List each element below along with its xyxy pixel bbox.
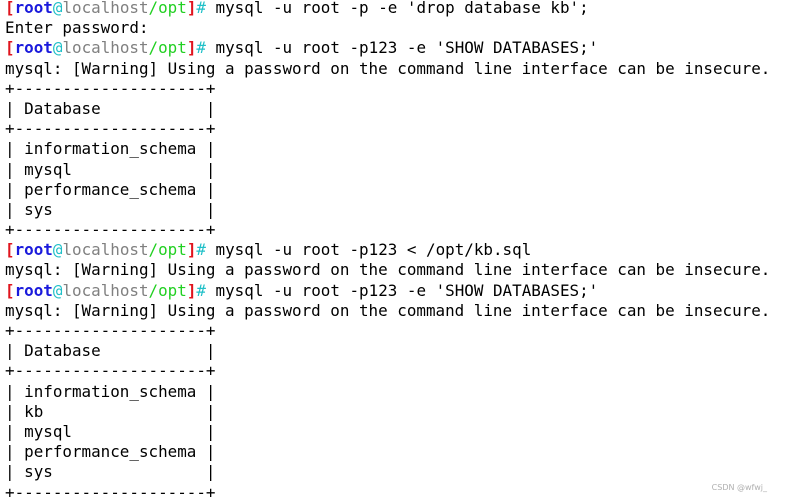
prompt-bracket-open: [: [5, 240, 15, 260]
prompt-user: root: [14, 0, 53, 17]
prompt-user: root: [14, 38, 53, 58]
prompt-hash: #: [196, 240, 206, 260]
watermark: CSDN @wfwj_: [711, 483, 767, 492]
output-text: mysql: [Warning] Using a password on the…: [5, 58, 771, 78]
output-line: +--------------------+: [5, 321, 770, 341]
command-text: mysql -u root -p123 < /opt/kb.sql: [205, 240, 532, 260]
output-line: | mysql |: [5, 160, 770, 180]
output-line: mysql: [Warning] Using a password on the…: [5, 260, 770, 280]
output-line: mysql: [Warning] Using a password on the…: [5, 59, 770, 79]
output-line: | kb |: [5, 402, 770, 422]
prompt-hash: #: [196, 38, 206, 58]
output-line: | performance_schema |: [5, 442, 770, 462]
output-text: | mysql |: [5, 159, 216, 179]
prompt-bracket-close: ]: [186, 38, 197, 58]
command-line: [root@localhost/opt]# mysql -u root -p12…: [5, 240, 770, 260]
prompt-user: root: [14, 240, 53, 260]
output-line: Enter password:: [5, 18, 770, 38]
output-text: | performance_schema |: [5, 442, 216, 462]
output-text: +--------------------+: [5, 321, 216, 340]
prompt-bracket-close: ]: [186, 0, 197, 17]
output-line: | Database |: [5, 99, 770, 119]
prompt-host: localhost: [62, 38, 149, 58]
prompt-dir: /opt: [148, 240, 187, 260]
output-text: mysql: [Warning] Using a password on the…: [5, 300, 771, 320]
output-text: mysql: [Warning] Using a password on the…: [5, 260, 771, 280]
command-text: mysql -u root -p123 -e 'SHOW DATABASES;': [205, 280, 599, 300]
prompt-host: localhost: [62, 240, 149, 260]
output-line: | sys |: [5, 200, 770, 220]
output-text: | Database |: [5, 98, 216, 118]
output-line: | performance_schema |: [5, 180, 770, 200]
output-line: +--------------------+: [5, 220, 770, 240]
output-text: | kb |: [5, 401, 216, 421]
output-text: | sys |: [5, 462, 216, 482]
prompt-bracket-open: [: [5, 0, 15, 17]
prompt-at: @: [52, 240, 63, 260]
command-line: [root@localhost/opt]# mysql -u root -p12…: [5, 38, 770, 58]
prompt-dir: /opt: [148, 38, 187, 58]
output-text: +--------------------+: [5, 78, 216, 98]
prompt-bracket-close: ]: [186, 280, 197, 300]
prompt-at: @: [52, 0, 63, 17]
output-text: +--------------------+: [5, 482, 216, 502]
output-text: | information_schema |: [5, 381, 216, 401]
prompt-host: localhost: [62, 0, 149, 17]
prompt-host: localhost: [62, 280, 149, 300]
output-line: | sys |: [5, 462, 770, 482]
output-text: +--------------------+: [5, 361, 216, 381]
prompt-user: root: [14, 280, 53, 300]
output-line: mysql: [Warning] Using a password on the…: [5, 301, 770, 321]
output-line: +--------------------+: [5, 79, 770, 99]
output-line: | information_schema |: [5, 139, 770, 159]
output-text: | mysql |: [5, 421, 216, 441]
command-line: [root@localhost/opt]# mysql -u root -p12…: [5, 281, 770, 301]
output-text: +--------------------+: [5, 119, 216, 139]
prompt-hash: #: [196, 280, 206, 300]
prompt-dir: /opt: [148, 0, 187, 17]
command-text: mysql -u root -p -e 'drop database kb';: [205, 0, 589, 17]
command-line: [root@localhost/opt]# mysql -u root -p -…: [5, 0, 770, 18]
output-text: +--------------------+: [5, 220, 216, 240]
output-text: Enter password:: [5, 18, 149, 38]
output-text: | Database |: [5, 341, 216, 361]
prompt-at: @: [52, 280, 63, 300]
output-line: +--------------------+: [5, 361, 770, 381]
prompt-bracket-open: [: [5, 38, 15, 58]
command-text: mysql -u root -p123 -e 'SHOW DATABASES;': [205, 38, 599, 58]
output-text: | performance_schema |: [5, 179, 216, 199]
output-line: +--------------------+: [5, 119, 770, 139]
prompt-dir: /opt: [148, 280, 187, 300]
output-line: | Database |: [5, 341, 770, 361]
prompt-hash: #: [196, 0, 206, 17]
prompt-bracket-open: [: [5, 280, 15, 300]
terminal-output[interactable]: [root@localhost/opt]# mysql -u root -p -…: [5, 0, 770, 503]
prompt-at: @: [52, 38, 63, 58]
output-text: | sys |: [5, 199, 216, 219]
output-line: | mysql |: [5, 422, 770, 442]
output-line: | information_schema |: [5, 382, 770, 402]
prompt-bracket-close: ]: [186, 240, 197, 260]
output-text: | information_schema |: [5, 139, 216, 159]
